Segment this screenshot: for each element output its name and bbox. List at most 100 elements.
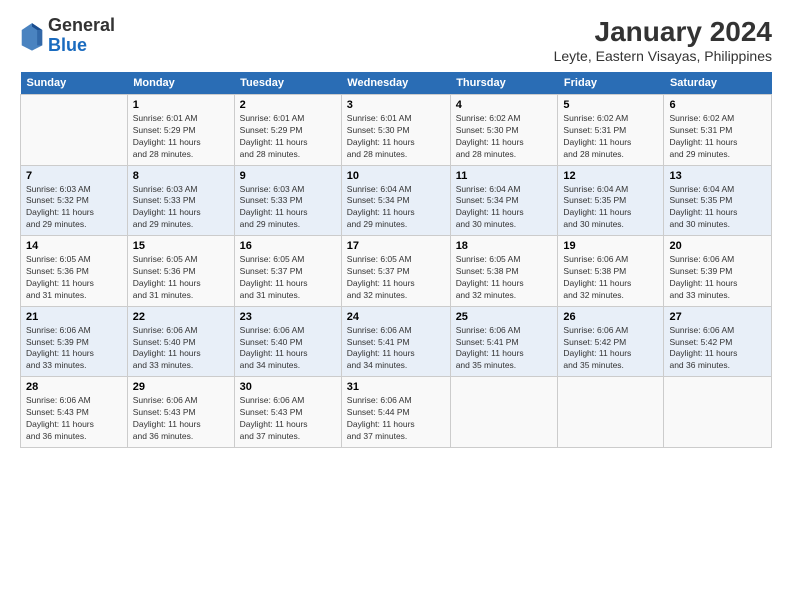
header-cell-wednesday: Wednesday (341, 72, 450, 95)
day-info: Sunrise: 6:03 AM Sunset: 5:33 PM Dayligh… (240, 184, 336, 232)
day-info: Sunrise: 6:06 AM Sunset: 5:43 PM Dayligh… (26, 395, 122, 443)
calendar-cell: 31 Sunrise: 6:06 AM Sunset: 5:44 PM Dayli… (341, 377, 450, 448)
day-info: Sunrise: 6:01 AM Sunset: 5:29 PM Dayligh… (133, 113, 229, 161)
calendar-cell: 19 Sunrise: 6:06 AM Sunset: 5:38 PM Dayli… (558, 236, 664, 307)
day-number: 27 (669, 311, 766, 323)
calendar-cell: 24 Sunrise: 6:06 AM Sunset: 5:41 PM Dayli… (341, 306, 450, 377)
day-info: Sunrise: 6:03 AM Sunset: 5:33 PM Dayligh… (133, 184, 229, 232)
week-row-1: 1Sunrise: 6:01 AM Sunset: 5:29 PM Daylig… (21, 95, 772, 166)
day-number: 15 (133, 240, 229, 252)
header-cell-saturday: Saturday (664, 72, 772, 95)
day-number: 9 (240, 170, 336, 182)
title-block: January 2024 Leyte, Eastern Visayas, Phi… (554, 16, 772, 64)
calendar-cell: 1Sunrise: 6:01 AM Sunset: 5:29 PM Daylig… (127, 95, 234, 166)
day-info: Sunrise: 6:06 AM Sunset: 5:41 PM Dayligh… (347, 325, 445, 373)
day-info: Sunrise: 6:01 AM Sunset: 5:30 PM Dayligh… (347, 113, 445, 161)
day-number: 12 (563, 170, 658, 182)
day-info: Sunrise: 6:06 AM Sunset: 5:42 PM Dayligh… (563, 325, 658, 373)
day-number: 31 (347, 381, 445, 393)
calendar-cell (664, 377, 772, 448)
day-info: Sunrise: 6:02 AM Sunset: 5:31 PM Dayligh… (669, 113, 766, 161)
day-number: 25 (456, 311, 553, 323)
day-info: Sunrise: 6:06 AM Sunset: 5:43 PM Dayligh… (133, 395, 229, 443)
day-info: Sunrise: 6:04 AM Sunset: 5:34 PM Dayligh… (456, 184, 553, 232)
calendar-cell (558, 377, 664, 448)
day-info: Sunrise: 6:06 AM Sunset: 5:43 PM Dayligh… (240, 395, 336, 443)
day-info: Sunrise: 6:05 AM Sunset: 5:38 PM Dayligh… (456, 254, 553, 302)
calendar-cell: 29 Sunrise: 6:06 AM Sunset: 5:43 PM Dayli… (127, 377, 234, 448)
day-number: 23 (240, 311, 336, 323)
page: General Blue January 2024 Leyte, Eastern… (0, 0, 792, 612)
calendar-cell: 5 Sunrise: 6:02 AM Sunset: 5:31 PM Daylig… (558, 95, 664, 166)
calendar-table: SundayMondayTuesdayWednesdayThursdayFrid… (20, 72, 772, 448)
day-info: Sunrise: 6:04 AM Sunset: 5:34 PM Dayligh… (347, 184, 445, 232)
day-info: Sunrise: 6:06 AM Sunset: 5:39 PM Dayligh… (26, 325, 122, 373)
day-number: 14 (26, 240, 122, 252)
day-info: Sunrise: 6:06 AM Sunset: 5:39 PM Dayligh… (669, 254, 766, 302)
page-title: January 2024 (554, 16, 772, 48)
page-subtitle: Leyte, Eastern Visayas, Philippines (554, 48, 772, 64)
calendar-cell: 21 Sunrise: 6:06 AM Sunset: 5:39 PM Dayli… (21, 306, 128, 377)
calendar-cell: 20 Sunrise: 6:06 AM Sunset: 5:39 PM Dayli… (664, 236, 772, 307)
calendar-cell: 9 Sunrise: 6:03 AM Sunset: 5:33 PM Daylig… (234, 165, 341, 236)
calendar-cell: 23 Sunrise: 6:06 AM Sunset: 5:40 PM Dayli… (234, 306, 341, 377)
calendar-cell: 4 Sunrise: 6:02 AM Sunset: 5:30 PM Daylig… (450, 95, 558, 166)
day-info: Sunrise: 6:05 AM Sunset: 5:36 PM Dayligh… (133, 254, 229, 302)
calendar-cell: 14 Sunrise: 6:05 AM Sunset: 5:36 PM Dayli… (21, 236, 128, 307)
day-info: Sunrise: 6:04 AM Sunset: 5:35 PM Dayligh… (563, 184, 658, 232)
day-number: 3 (347, 99, 445, 111)
day-number: 24 (347, 311, 445, 323)
day-info: Sunrise: 6:06 AM Sunset: 5:40 PM Dayligh… (240, 325, 336, 373)
day-number: 4 (456, 99, 553, 111)
day-info: Sunrise: 6:02 AM Sunset: 5:30 PM Dayligh… (456, 113, 553, 161)
calendar-cell: 15 Sunrise: 6:05 AM Sunset: 5:36 PM Dayli… (127, 236, 234, 307)
day-info: Sunrise: 6:06 AM Sunset: 5:42 PM Dayligh… (669, 325, 766, 373)
day-number: 18 (456, 240, 553, 252)
day-number: 6 (669, 99, 766, 111)
week-row-4: 21 Sunrise: 6:06 AM Sunset: 5:39 PM Dayli… (21, 306, 772, 377)
calendar-body: 1Sunrise: 6:01 AM Sunset: 5:29 PM Daylig… (21, 95, 772, 448)
header-cell-friday: Friday (558, 72, 664, 95)
calendar-cell: 16 Sunrise: 6:05 AM Sunset: 5:37 PM Dayli… (234, 236, 341, 307)
day-info: Sunrise: 6:05 AM Sunset: 5:37 PM Dayligh… (347, 254, 445, 302)
calendar-cell: 22Sunrise: 6:06 AM Sunset: 5:40 PM Dayli… (127, 306, 234, 377)
calendar-cell: 10Sunrise: 6:04 AM Sunset: 5:34 PM Dayli… (341, 165, 450, 236)
day-number: 11 (456, 170, 553, 182)
day-info: Sunrise: 6:04 AM Sunset: 5:35 PM Dayligh… (669, 184, 766, 232)
logo-blue: Blue (48, 36, 115, 56)
header-cell-monday: Monday (127, 72, 234, 95)
calendar-cell: 13 Sunrise: 6:04 AM Sunset: 5:35 PM Dayli… (664, 165, 772, 236)
day-info: Sunrise: 6:05 AM Sunset: 5:36 PM Dayligh… (26, 254, 122, 302)
calendar-cell: 12 Sunrise: 6:04 AM Sunset: 5:35 PM Dayli… (558, 165, 664, 236)
calendar-cell: 2Sunrise: 6:01 AM Sunset: 5:29 PM Daylig… (234, 95, 341, 166)
day-number: 22 (133, 311, 229, 323)
calendar-cell: 6 Sunrise: 6:02 AM Sunset: 5:31 PM Daylig… (664, 95, 772, 166)
day-number: 19 (563, 240, 658, 252)
day-info: Sunrise: 6:02 AM Sunset: 5:31 PM Dayligh… (563, 113, 658, 161)
day-info: Sunrise: 6:06 AM Sunset: 5:44 PM Dayligh… (347, 395, 445, 443)
day-info: Sunrise: 6:05 AM Sunset: 5:37 PM Dayligh… (240, 254, 336, 302)
day-info: Sunrise: 6:06 AM Sunset: 5:38 PM Dayligh… (563, 254, 658, 302)
day-number: 16 (240, 240, 336, 252)
day-number: 29 (133, 381, 229, 393)
day-number: 17 (347, 240, 445, 252)
calendar-cell: 8 Sunrise: 6:03 AM Sunset: 5:33 PM Daylig… (127, 165, 234, 236)
calendar-cell (21, 95, 128, 166)
header-row: SundayMondayTuesdayWednesdayThursdayFrid… (21, 72, 772, 95)
logo-icon (20, 21, 44, 51)
calendar-cell: 17 Sunrise: 6:05 AM Sunset: 5:37 PM Dayli… (341, 236, 450, 307)
day-number: 30 (240, 381, 336, 393)
day-number: 7 (26, 170, 122, 182)
week-row-3: 14 Sunrise: 6:05 AM Sunset: 5:36 PM Dayli… (21, 236, 772, 307)
day-number: 21 (26, 311, 122, 323)
day-number: 13 (669, 170, 766, 182)
calendar-cell: 30 Sunrise: 6:06 AM Sunset: 5:43 PM Dayli… (234, 377, 341, 448)
day-number: 20 (669, 240, 766, 252)
calendar-cell: 26 Sunrise: 6:06 AM Sunset: 5:42 PM Dayli… (558, 306, 664, 377)
header-cell-tuesday: Tuesday (234, 72, 341, 95)
day-number: 26 (563, 311, 658, 323)
day-number: 5 (563, 99, 658, 111)
calendar-cell: 3 Sunrise: 6:01 AM Sunset: 5:30 PM Daylig… (341, 95, 450, 166)
header-cell-thursday: Thursday (450, 72, 558, 95)
day-number: 8 (133, 170, 229, 182)
